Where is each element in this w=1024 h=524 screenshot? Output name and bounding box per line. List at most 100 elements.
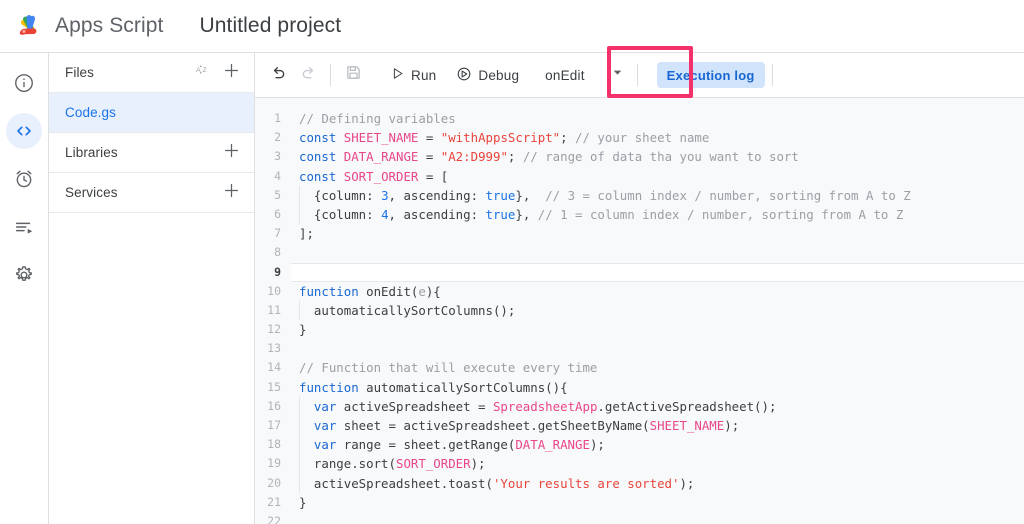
undo-button[interactable] [263, 60, 293, 90]
sidebar-item-editor[interactable] [6, 113, 42, 149]
line-number: 7 [274, 226, 281, 241]
code-text[interactable]: const DATA_RANGE = "A2:D999"; // range o… [291, 147, 1024, 166]
info-icon [13, 72, 35, 94]
code-line[interactable]: 13 [255, 339, 1024, 358]
code-token: ); [679, 475, 695, 491]
code-line[interactable]: 6 {column: 4, ascending: true}, // 1 = c… [255, 204, 1024, 225]
code-token: }, [515, 187, 546, 203]
code-line[interactable]: 14 // Function that will execute every ti… [255, 358, 1024, 377]
code-line[interactable]: 7]; [255, 224, 1024, 243]
code-editor[interactable]: 1 // Defining variables 2 const SHEET_NAME … [255, 98, 1024, 524]
code-line[interactable]: 15 function automaticallySortColumns(){ [255, 378, 1024, 397]
line-number: 5 [274, 187, 281, 202]
code-text[interactable]: const SHEET_NAME = "withAppsScript"; // … [291, 128, 1024, 147]
sidebar-item-triggers[interactable] [6, 161, 42, 197]
code-line[interactable]: 9 [255, 262, 1024, 282]
code-token: {column: [299, 206, 382, 222]
code-line[interactable]: 3 const DATA_RANGE = "A2:D999"; // range … [255, 147, 1024, 166]
code-line[interactable]: 16 var activeSpreadsheet = SpreadsheetAp… [255, 396, 1024, 416]
code-token: DATA_RANGE [515, 437, 590, 453]
sidebar-item-project-settings[interactable] [6, 257, 42, 293]
line-number: 1 [274, 111, 281, 125]
code-token: = [418, 130, 441, 146]
code-token: 3 [381, 187, 389, 203]
code-token: automaticallySortColumns(); [299, 302, 516, 318]
code-text[interactable]: const SORT_ORDER = [ [291, 167, 1024, 186]
code-line[interactable]: 10 function onEdit(e){ [255, 282, 1024, 301]
code-text[interactable]: var range = sheet.getRange(DATA_RANGE); [291, 435, 1024, 454]
page-title[interactable]: Untitled project [199, 14, 341, 38]
sidebar-item-executions[interactable] [6, 209, 42, 245]
code-token: sheet = activeSpreadsheet.getSheetByName… [343, 418, 650, 433]
code-line[interactable]: 8 [255, 243, 1024, 262]
code-line[interactable]: 17 var sheet = activeSpreadsheet.getShee… [255, 416, 1024, 436]
code-text[interactable]: var activeSpreadsheet = SpreadsheetApp.g… [291, 397, 1024, 416]
code-line[interactable]: 2 const SHEET_NAME = "withAppsScript"; //… [255, 128, 1024, 147]
code-token: ; [507, 149, 523, 165]
code-token: true [485, 187, 516, 203]
code-text[interactable]: function onEdit(e){ [291, 282, 1024, 301]
code-line[interactable]: 1 // Defining variables [255, 109, 1024, 128]
line-number: 9 [274, 264, 281, 279]
code-text[interactable]: var sheet = activeSpreadsheet.getSheetBy… [291, 416, 1024, 435]
files-header-label: Files [65, 65, 95, 80]
add-service-button[interactable] [218, 180, 244, 206]
function-select[interactable]: onEdit [539, 61, 629, 89]
list-item[interactable]: Code.gs [49, 93, 254, 133]
code-token: ); [589, 437, 605, 453]
code-icon [13, 120, 35, 142]
code-text[interactable]: {column: 4, ascending: true}, // 1 = col… [291, 205, 1024, 224]
debug-button[interactable]: Debug [446, 61, 529, 89]
add-library-button[interactable] [218, 140, 244, 166]
code-line[interactable]: 12} [255, 320, 1024, 339]
redo-button[interactable] [293, 60, 323, 90]
svg-text:Z: Z [202, 67, 206, 74]
code-line[interactable]: 20 activeSpreadsheet.toast('Your results… [255, 473, 1024, 493]
add-file-button[interactable] [218, 60, 244, 86]
code-text[interactable]: range.sort(SORT_ORDER); [291, 454, 1024, 473]
code-line[interactable]: 5 {column: 3, ascending: true}, // 3 = c… [255, 185, 1024, 205]
code-line[interactable]: 4 const SORT_ORDER = [ [255, 167, 1024, 186]
code-token: SHEET_NAME [649, 418, 725, 433]
code-line[interactable]: 22 [255, 512, 1024, 524]
toolbar-divider [330, 64, 331, 86]
code-token: const [299, 130, 344, 146]
code-text[interactable]: // Function that will execute every time [291, 358, 1024, 377]
code-text[interactable]: activeSpreadsheet.toast('Your results ar… [291, 474, 1024, 493]
files-section-header: Files A Z [49, 53, 254, 93]
code-text[interactable]: {column: 3, ascending: true}, // 3 = col… [291, 186, 1024, 205]
code-text[interactable]: function automaticallySortColumns(){ [291, 378, 1024, 397]
code-text[interactable] [291, 243, 1024, 262]
code-token: , ascending: [388, 187, 486, 203]
run-button[interactable]: Run [380, 61, 446, 89]
code-line[interactable]: 18 var range = sheet.getRange(DATA_RANGE… [255, 435, 1024, 455]
code-token: } [299, 494, 307, 510]
execution-log-button[interactable]: Execution log [656, 62, 765, 88]
libraries-section-header: Libraries [49, 133, 254, 173]
code-text[interactable]: } [291, 493, 1024, 512]
line-number: 15 [267, 379, 281, 394]
line-number: 16 [267, 398, 281, 413]
line-number: 17 [267, 418, 281, 432]
run-label: Run [411, 67, 437, 83]
code-line[interactable]: 19 range.sort(SORT_ORDER); [255, 454, 1024, 474]
code-token: } [299, 322, 307, 338]
code-line[interactable]: 21} [255, 493, 1024, 512]
code-text[interactable]: // Defining variables [291, 109, 1024, 128]
code-text[interactable]: ]; [291, 224, 1024, 243]
sidebar-item-overview[interactable] [6, 65, 42, 101]
code-text[interactable]: } [291, 320, 1024, 339]
code-token: ]; [299, 226, 314, 242]
indent-guide [299, 416, 300, 436]
code-line[interactable]: 11 automaticallySortColumns(); [255, 300, 1024, 321]
code-token: ){ [425, 283, 441, 299]
code-token: function [299, 283, 367, 299]
sort-az-icon[interactable]: A Z [190, 60, 216, 86]
code-text[interactable] [291, 339, 1024, 358]
code-token: var [313, 437, 344, 453]
code-text[interactable]: automaticallySortColumns(); [291, 301, 1024, 320]
code-token: const [299, 168, 344, 184]
code-text[interactable] [291, 262, 1024, 282]
code-text[interactable] [291, 512, 1024, 524]
save-button[interactable] [338, 60, 368, 90]
